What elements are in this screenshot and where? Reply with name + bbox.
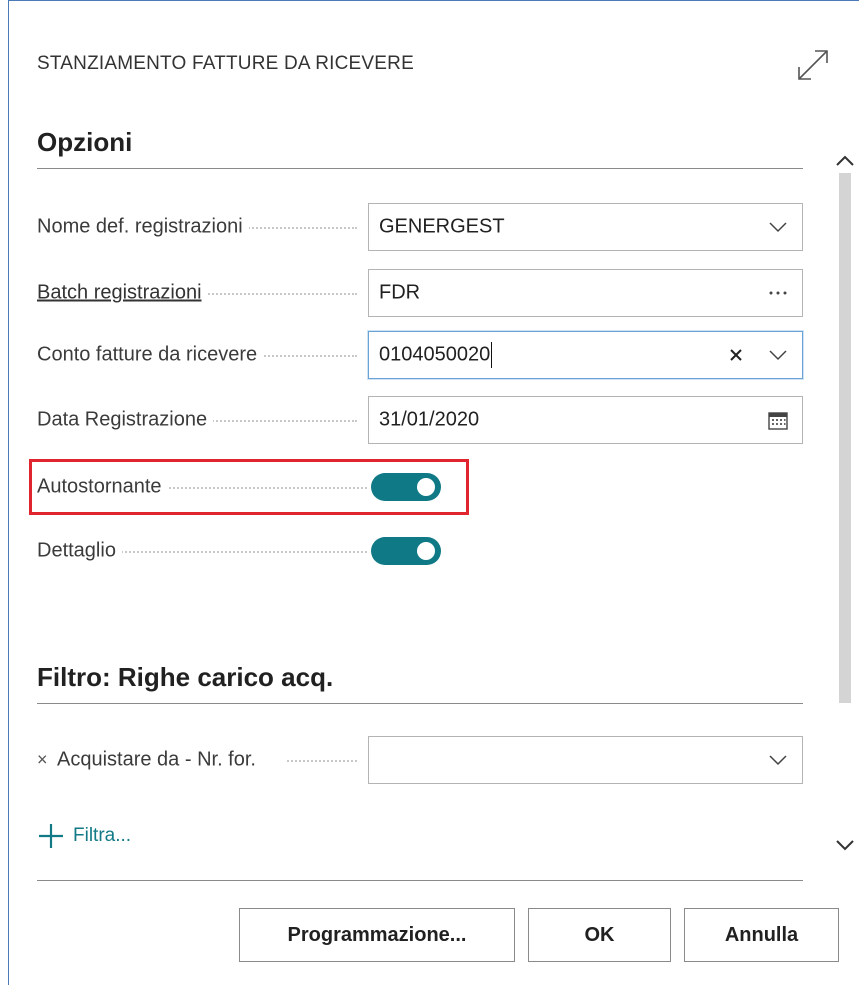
scrollbar[interactable] — [827, 123, 859, 883]
remove-filter-icon[interactable]: × — [37, 750, 48, 771]
chevron-down-icon[interactable] — [762, 211, 794, 243]
section-title-filter: Filtro: Righe carico acq. — [37, 662, 334, 692]
section-divider — [37, 168, 803, 169]
section-divider — [37, 703, 803, 704]
dialog: STANZIAMENTO FATTURE DA RICEVERE Opzioni… — [8, 0, 859, 985]
close-icon[interactable] — [720, 339, 752, 371]
field-row-accrual-account: Conto fatture da ricevere 0104050020 — [37, 331, 807, 379]
chevron-down-icon[interactable] — [762, 339, 794, 371]
journal-batch-input[interactable]: FDR — [368, 269, 803, 317]
toggle-label: Dettaglio — [37, 539, 122, 563]
journal-template-select[interactable]: GENERGEST — [368, 203, 803, 251]
auto-reverse-toggle[interactable] — [371, 473, 441, 501]
accrual-account-select[interactable]: 0104050020 — [368, 331, 803, 379]
expand-icon[interactable] — [793, 45, 833, 85]
field-value: 31/01/2020 — [379, 408, 480, 431]
filter-row-vendor: × Acquistare da - Nr. for. — [37, 736, 807, 784]
ellipsis-icon[interactable] — [762, 277, 794, 309]
journal-batch-link[interactable]: Batch registrazioni — [37, 281, 208, 305]
posting-date-input[interactable]: 31/01/2020 — [368, 396, 803, 444]
filter-label: Acquistare da - Nr. for. — [57, 748, 262, 772]
detail-toggle[interactable] — [371, 537, 441, 565]
toggle-label: Autostornante — [37, 475, 168, 499]
chevron-up-icon[interactable] — [833, 149, 857, 173]
scrollbar-thumb[interactable] — [839, 173, 851, 703]
schedule-button[interactable]: Programmazione... — [239, 908, 515, 962]
text-cursor — [491, 342, 493, 368]
vendor-filter-select[interactable] — [368, 736, 803, 784]
bottom-divider — [37, 880, 803, 881]
add-filter-label: Filtra... — [73, 825, 132, 846]
field-label: Conto fatture da ricevere — [37, 343, 264, 367]
calendar-icon[interactable] — [762, 404, 794, 436]
field-value: GENERGEST — [379, 215, 505, 238]
field-row-journal-batch: Batch registrazioni FDR — [37, 269, 807, 317]
toggle-row-auto-reverse: Autostornante — [37, 463, 807, 511]
leader-dots — [287, 760, 357, 762]
field-row-posting-date: Data Registrazione 31/01/2020 — [37, 396, 807, 444]
toggle-knob — [417, 478, 435, 496]
chevron-down-icon[interactable] — [762, 744, 794, 776]
field-row-journal-template: Nome def. registrazioni GENERGEST — [37, 203, 807, 251]
add-filter-button[interactable]: Filtra... — [37, 816, 131, 856]
section-title-options: Opzioni — [37, 127, 133, 157]
field-label: Nome def. registrazioni — [37, 215, 249, 239]
dialog-title: STANZIAMENTO FATTURE DA RICEVERE — [37, 53, 414, 74]
ok-button[interactable]: OK — [528, 908, 671, 962]
field-label: Data Registrazione — [37, 408, 214, 432]
toggle-row-detail: Dettaglio — [37, 527, 807, 575]
plus-icon — [37, 822, 65, 850]
chevron-down-icon[interactable] — [833, 833, 857, 857]
toggle-knob — [417, 542, 435, 560]
cancel-button[interactable]: Annulla — [684, 908, 839, 962]
field-value: FDR — [379, 281, 421, 304]
field-value: 0104050020 — [379, 343, 491, 366]
